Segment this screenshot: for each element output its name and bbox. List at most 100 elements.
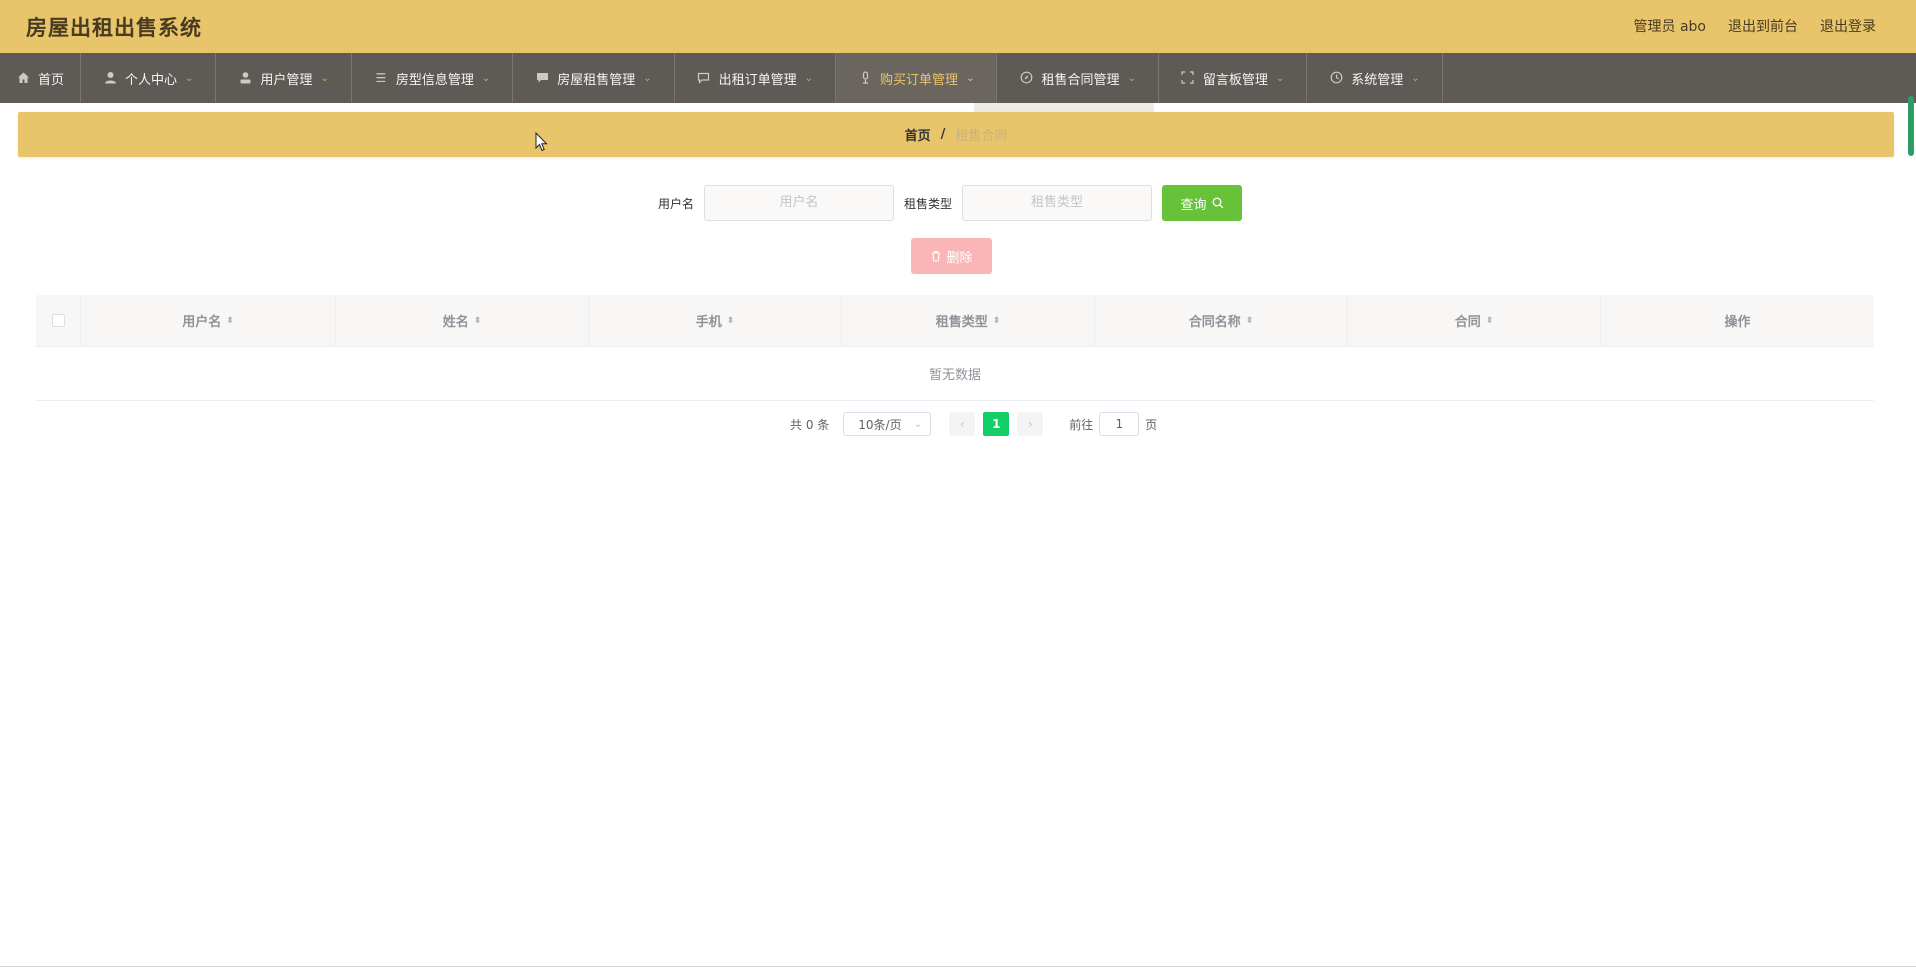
- divider: [0, 966, 1916, 967]
- nav-system-manage[interactable]: 系统管理 ⌄: [1307, 53, 1443, 103]
- query-button[interactable]: 查询: [1162, 185, 1243, 221]
- message-icon: [697, 71, 711, 85]
- nav-purchase-order-label: 购买订单管理: [880, 72, 959, 88]
- page-jump: 前往 1 页: [1069, 412, 1157, 436]
- chevron-down-icon: ⌄: [913, 418, 923, 430]
- next-page-button[interactable]: ›: [1017, 412, 1044, 436]
- query-button-label: 查询: [1180, 197, 1207, 213]
- chevron-down-icon: ⌄: [320, 72, 329, 84]
- microphone-icon: [858, 71, 872, 85]
- nav-rent-order-manage[interactable]: 出租订单管理 ⌄: [675, 53, 837, 103]
- sort-icon: ⬍: [1485, 315, 1494, 326]
- mouse-cursor-icon: [535, 131, 549, 156]
- chevron-down-icon: ⌄: [1275, 72, 1285, 84]
- nav-purchase-order-manage[interactable]: 购买订单管理 ⌄: [836, 53, 998, 103]
- page-size-value: 10条/页: [858, 417, 902, 432]
- home-icon: [16, 71, 30, 85]
- user-manage-icon: [238, 71, 252, 85]
- nav-contract-label: 租售合同管理: [1041, 72, 1120, 88]
- nav-message-board-label: 留言板管理: [1202, 72, 1268, 88]
- prev-page-button[interactable]: ‹: [949, 412, 976, 436]
- breadcrumb-separator: /: [940, 127, 946, 142]
- chevron-left-icon: ‹: [959, 417, 965, 431]
- column-label: 用户名: [182, 315, 222, 330]
- column-header-username[interactable]: 用户名 ⬍: [81, 295, 336, 346]
- scrollbar-thumb[interactable]: [1908, 96, 1914, 156]
- back-to-frontend-link[interactable]: 退出到前台: [1728, 16, 1798, 36]
- chevron-right-icon: ›: [1027, 417, 1033, 431]
- sort-icon: ⬍: [726, 315, 735, 326]
- table-empty-row: 暂无数据: [36, 347, 1874, 401]
- chat-icon: [535, 71, 549, 85]
- chevron-down-icon: ⌄: [804, 72, 814, 84]
- content-panel: 用户名 用户名 租售类型 租售类型 查询 删除 用户名 ⬍ 姓名 ⬍ 手机 ⬍ …: [18, 165, 1894, 455]
- clock-icon: [1329, 71, 1343, 85]
- pagination: 共 0 条 10条/页 ⌄ ‹ 1 › 前往 1 页: [790, 412, 1157, 436]
- column-header-contract-name[interactable]: 合同名称 ⬍: [1095, 295, 1348, 346]
- page-number-current[interactable]: 1: [983, 412, 1010, 436]
- column-header-actions: 操作: [1601, 295, 1874, 346]
- column-header-phone[interactable]: 手机 ⬍: [589, 295, 842, 346]
- sort-icon: ⬍: [473, 315, 482, 326]
- chevron-down-icon: ⌄: [481, 72, 491, 84]
- nav-contract-manage[interactable]: 租售合同管理 ⌄: [997, 53, 1159, 103]
- page-size-select[interactable]: 10条/页 ⌄: [843, 412, 932, 436]
- breadcrumb-home[interactable]: 首页: [905, 125, 931, 144]
- nav-room-type-label: 房型信息管理: [395, 72, 474, 88]
- nav-personal-center[interactable]: 个人中心 ⌄: [81, 53, 217, 103]
- delete-button[interactable]: 删除: [911, 238, 992, 274]
- nav-house-rent-sale-manage[interactable]: 房屋租售管理 ⌄: [513, 53, 675, 103]
- column-header-rent-sale-type[interactable]: 租售类型 ⬍: [842, 295, 1095, 346]
- admin-user-label[interactable]: 管理员 abo: [1634, 16, 1706, 36]
- nav-message-board-manage[interactable]: 留言板管理 ⌄: [1159, 53, 1308, 103]
- nav-rent-order-label: 出租订单管理: [718, 72, 797, 88]
- column-label: 操作: [1724, 315, 1751, 330]
- sort-icon: ⬍: [992, 315, 1001, 326]
- pagination-total: 共 0 条: [790, 417, 830, 432]
- rent-sale-type-label: 租售类型: [904, 196, 953, 211]
- search-icon: [1212, 197, 1224, 209]
- app-title: 房屋出租出售系统: [26, 16, 202, 40]
- select-all-cell: [36, 295, 81, 346]
- chevron-down-icon: ⌄: [966, 72, 975, 84]
- compass-icon: [1019, 71, 1033, 85]
- column-label: 合同: [1454, 315, 1481, 330]
- breadcrumb-current: 租售合同: [955, 129, 1008, 144]
- goto-label: 前往: [1069, 417, 1094, 432]
- table-header: 用户名 ⬍ 姓名 ⬍ 手机 ⬍ 租售类型 ⬍ 合同名称 ⬍ 合同 ⬍ 操作: [36, 295, 1874, 347]
- column-header-contract[interactable]: 合同 ⬍: [1348, 295, 1601, 346]
- column-label: 合同名称: [1188, 315, 1241, 330]
- main-nav: 首页 个人中心 ⌄ 用户管理 ⌄ ☰ 房型信息管理 ⌄ 房屋租售管理 ⌄ 出租订…: [0, 53, 1916, 103]
- search-form: 用户名 用户名 租售类型 租售类型 查询: [658, 185, 1243, 221]
- nav-system-label: 系统管理: [1351, 72, 1404, 88]
- list-icon: ☰: [375, 71, 387, 85]
- column-label: 租售类型: [935, 315, 988, 330]
- chevron-down-icon: ⌄: [643, 72, 652, 84]
- contract-table: 用户名 ⬍ 姓名 ⬍ 手机 ⬍ 租售类型 ⬍ 合同名称 ⬍ 合同 ⬍ 操作 暂无数据: [36, 295, 1874, 401]
- sort-icon: ⬍: [226, 315, 234, 326]
- user-icon: [103, 71, 117, 85]
- nav-house-rent-sale-label: 房屋租售管理: [557, 72, 636, 88]
- select-all-checkbox[interactable]: [51, 314, 65, 327]
- column-label: 姓名: [442, 315, 469, 330]
- chevron-down-icon: ⌄: [185, 72, 194, 84]
- username-input[interactable]: 用户名: [704, 185, 895, 221]
- chevron-down-icon: ⌄: [1411, 72, 1420, 84]
- nav-home[interactable]: 首页: [0, 53, 82, 103]
- nav-user-manage-label: 用户管理: [260, 72, 313, 88]
- nav-room-type-manage[interactable]: ☰ 房型信息管理 ⌄: [352, 53, 514, 103]
- top-header: 房屋出租出售系统 管理员 abo 退出到前台 退出登录: [0, 0, 1916, 53]
- column-label: 手机: [695, 315, 722, 330]
- logout-link[interactable]: 退出登录: [1820, 16, 1876, 36]
- fullscreen-icon: [1181, 71, 1195, 85]
- nav-user-manage[interactable]: 用户管理 ⌄: [216, 53, 352, 103]
- top-links: 管理员 abo 退出到前台 退出登录: [1634, 16, 1876, 36]
- page-suffix-label: 页: [1145, 417, 1158, 432]
- column-header-name[interactable]: 姓名 ⬍: [336, 295, 589, 346]
- breadcrumb: 首页 / 租售合同: [18, 112, 1894, 157]
- rent-sale-type-input[interactable]: 租售类型: [962, 185, 1153, 221]
- delete-button-label: 删除: [946, 250, 973, 266]
- nav-home-label: 首页: [38, 72, 65, 88]
- goto-page-input[interactable]: 1: [1099, 412, 1140, 436]
- username-label: 用户名: [658, 196, 695, 211]
